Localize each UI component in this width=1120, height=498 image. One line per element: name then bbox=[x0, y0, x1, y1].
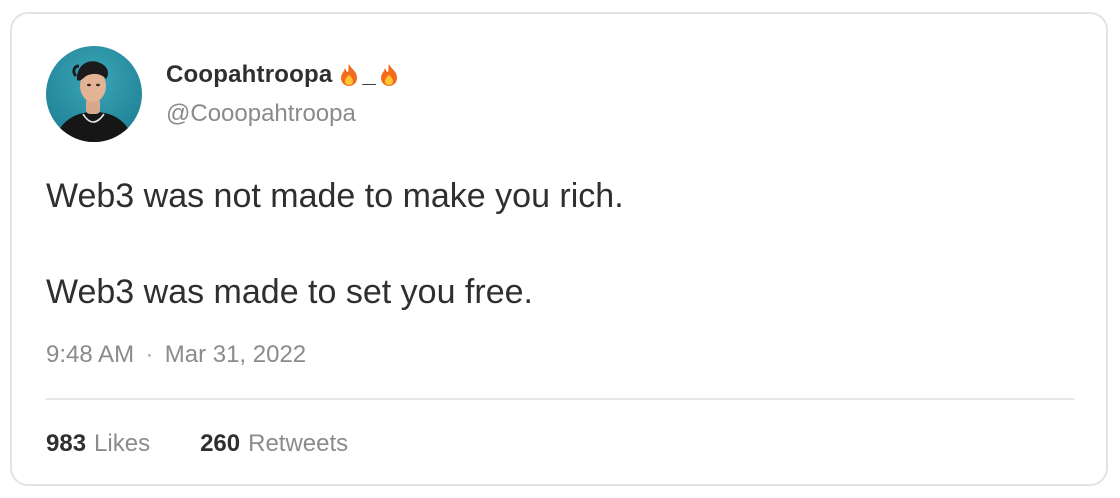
tweet-text-line: Web3 was made to set you free. bbox=[46, 273, 533, 311]
tweet-text-line: Web3 was not made to make you rich. bbox=[46, 177, 624, 215]
tweet-text: Web3 was not made to make you rich. Web3… bbox=[46, 172, 624, 316]
tweet-date[interactable]: Mar 31, 2022 bbox=[165, 341, 306, 369]
divider bbox=[46, 398, 1074, 400]
avatar[interactable] bbox=[46, 46, 142, 142]
author-name-row[interactable]: Coopahtroopa _ bbox=[166, 60, 400, 90]
avatar-image bbox=[46, 46, 142, 142]
retweets-stat[interactable]: 260 Retweets bbox=[200, 430, 348, 458]
likes-count: 983 bbox=[46, 430, 87, 457]
retweets-count: 260 bbox=[200, 430, 241, 457]
author-handle[interactable]: @Cooopahtroopa bbox=[166, 100, 356, 128]
tweet-time[interactable]: 9:48 AM bbox=[46, 341, 134, 369]
fire-icon bbox=[338, 63, 360, 87]
retweets-label: Retweets bbox=[248, 430, 349, 457]
likes-stat[interactable]: 983 Likes bbox=[46, 430, 150, 458]
fire-icon bbox=[378, 63, 400, 87]
tweet-card: Coopahtroopa _ @Cooopahtroopa Web3 was n… bbox=[10, 12, 1108, 486]
tweet-stats: 983 Likes 260 Retweets bbox=[46, 430, 348, 458]
author-display-name[interactable]: Coopahtroopa bbox=[166, 61, 332, 89]
tweet-timestamp[interactable]: 9:48 AM · Mar 31, 2022 bbox=[46, 341, 306, 369]
separator-dot: · bbox=[146, 343, 153, 366]
author-name-separator: _ bbox=[362, 61, 376, 88]
likes-label: Likes bbox=[94, 430, 151, 457]
